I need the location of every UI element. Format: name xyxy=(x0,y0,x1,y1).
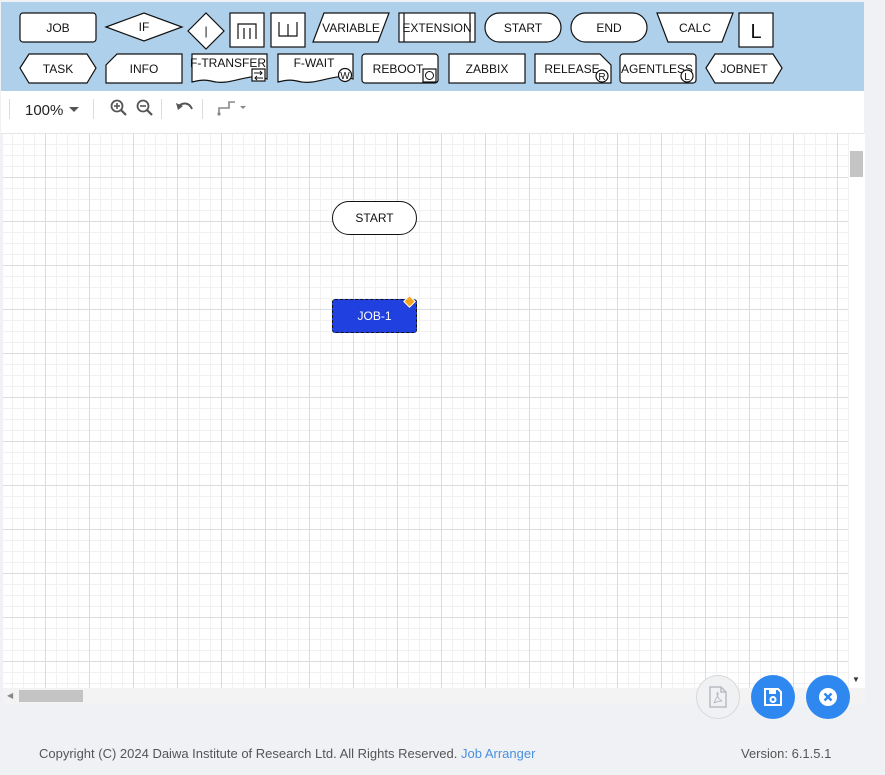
palette-loop-close[interactable] xyxy=(270,12,307,49)
vertical-scrollbar[interactable]: ▼ xyxy=(849,134,865,688)
palette-task[interactable]: TASK xyxy=(19,53,97,85)
svg-text:L: L xyxy=(684,72,690,83)
svg-text:L: L xyxy=(750,21,761,43)
palette-ftransfer[interactable]: F-TRANSFER xyxy=(190,53,269,85)
copyright-text: Copyright (C) 2024 Daiwa Institute of Re… xyxy=(39,746,535,761)
palette-zabbix[interactable]: ZABBIX xyxy=(448,53,526,85)
palette-start[interactable]: START xyxy=(484,12,562,44)
canvas-node-job-label: JOB-1 xyxy=(357,309,392,323)
palette-job[interactable]: JOB xyxy=(19,12,97,44)
svg-text:REBOOT: REBOOT xyxy=(373,62,424,76)
palette-fwait[interactable]: F-WAIT W xyxy=(277,53,355,85)
palette-extension[interactable]: EXTENSION xyxy=(398,12,476,44)
zoom-out-icon[interactable] xyxy=(135,98,155,118)
toolbar-divider xyxy=(161,99,162,119)
zoom-value: 100% xyxy=(25,102,64,119)
export-pdf-button[interactable] xyxy=(696,675,740,719)
footer: Copyright (C) 2024 Daiwa Institute of Re… xyxy=(0,733,885,775)
svg-text:IF: IF xyxy=(139,20,150,34)
toolbar-divider xyxy=(202,99,203,119)
undo-icon[interactable] xyxy=(175,98,195,118)
zoom-in-icon[interactable] xyxy=(109,98,129,118)
canvas-node-job-selected[interactable]: JOB-1 xyxy=(332,299,417,333)
palette-end[interactable]: END xyxy=(570,12,648,44)
vertical-scroll-thumb[interactable] xyxy=(850,151,863,177)
job-arranger-editor: JOB IF | VARIABLE EXTENSION START END CA… xyxy=(0,0,885,775)
svg-text:RELEASE: RELEASE xyxy=(544,62,599,76)
product-link[interactable]: Job Arranger xyxy=(461,746,535,761)
toolbar-divider xyxy=(9,99,10,119)
copyright-notice: Copyright (C) 2024 Daiwa Institute of Re… xyxy=(39,746,461,761)
scroll-left-arrow-icon[interactable]: ◀ xyxy=(7,691,13,700)
chevron-down-icon xyxy=(69,107,79,112)
canvas-node-start-label: START xyxy=(355,211,394,225)
palette-branch[interactable]: | xyxy=(187,12,225,50)
svg-text:JOBNET: JOBNET xyxy=(720,62,768,76)
close-editor-button[interactable] xyxy=(806,675,850,719)
palette-jobnet[interactable]: JOBNET xyxy=(705,53,783,85)
palette-info[interactable]: INFO xyxy=(105,53,183,85)
palette-reboot[interactable]: REBOOT xyxy=(361,53,439,85)
save-button[interactable] xyxy=(751,675,795,719)
version-text: Version: 6.1.5.1 xyxy=(741,746,832,761)
svg-text:JOB: JOB xyxy=(46,21,69,35)
palette-variable[interactable]: VARIABLE xyxy=(312,12,390,44)
svg-text:TASK: TASK xyxy=(43,62,73,76)
svg-text:R: R xyxy=(598,72,605,83)
svg-text:F-WAIT: F-WAIT xyxy=(294,56,336,70)
svg-text:|: | xyxy=(204,24,207,38)
palette-if[interactable]: IF xyxy=(104,12,184,44)
connector-style-icon[interactable] xyxy=(215,98,251,118)
svg-text:END: END xyxy=(596,21,622,35)
palette-calc[interactable]: CALC xyxy=(656,12,734,44)
svg-text:CALC: CALC xyxy=(679,21,711,35)
svg-text:W: W xyxy=(340,71,350,82)
icon-palette: JOB IF | VARIABLE EXTENSION START END CA… xyxy=(1,2,864,91)
scroll-down-arrow-icon[interactable]: ▼ xyxy=(852,675,860,684)
svg-text:F-TRANSFER: F-TRANSFER xyxy=(190,56,266,70)
editor-toolbar: 100% xyxy=(1,91,864,134)
horizontal-scroll-thumb[interactable] xyxy=(19,690,83,702)
svg-text:ZABBIX: ZABBIX xyxy=(466,62,509,76)
svg-text:VARIABLE: VARIABLE xyxy=(322,21,380,35)
canvas-node-start[interactable]: START xyxy=(332,201,417,235)
svg-text:INFO: INFO xyxy=(130,62,159,76)
close-circle-icon xyxy=(819,688,837,706)
palette-loop[interactable]: L xyxy=(738,12,775,49)
flow-canvas[interactable]: START JOB-1 xyxy=(3,134,848,688)
save-disk-icon xyxy=(764,688,782,706)
toolbar-divider xyxy=(93,99,94,119)
pdf-file-icon xyxy=(709,686,727,708)
palette-agentless[interactable]: AGENTLESS L xyxy=(619,53,697,85)
svg-text:START: START xyxy=(504,21,543,35)
palette-release[interactable]: RELEASE R xyxy=(534,53,612,85)
palette-loop-open[interactable] xyxy=(229,12,266,49)
svg-text:EXTENSION: EXTENSION xyxy=(402,21,471,35)
zoom-select[interactable]: 100% xyxy=(19,95,83,125)
